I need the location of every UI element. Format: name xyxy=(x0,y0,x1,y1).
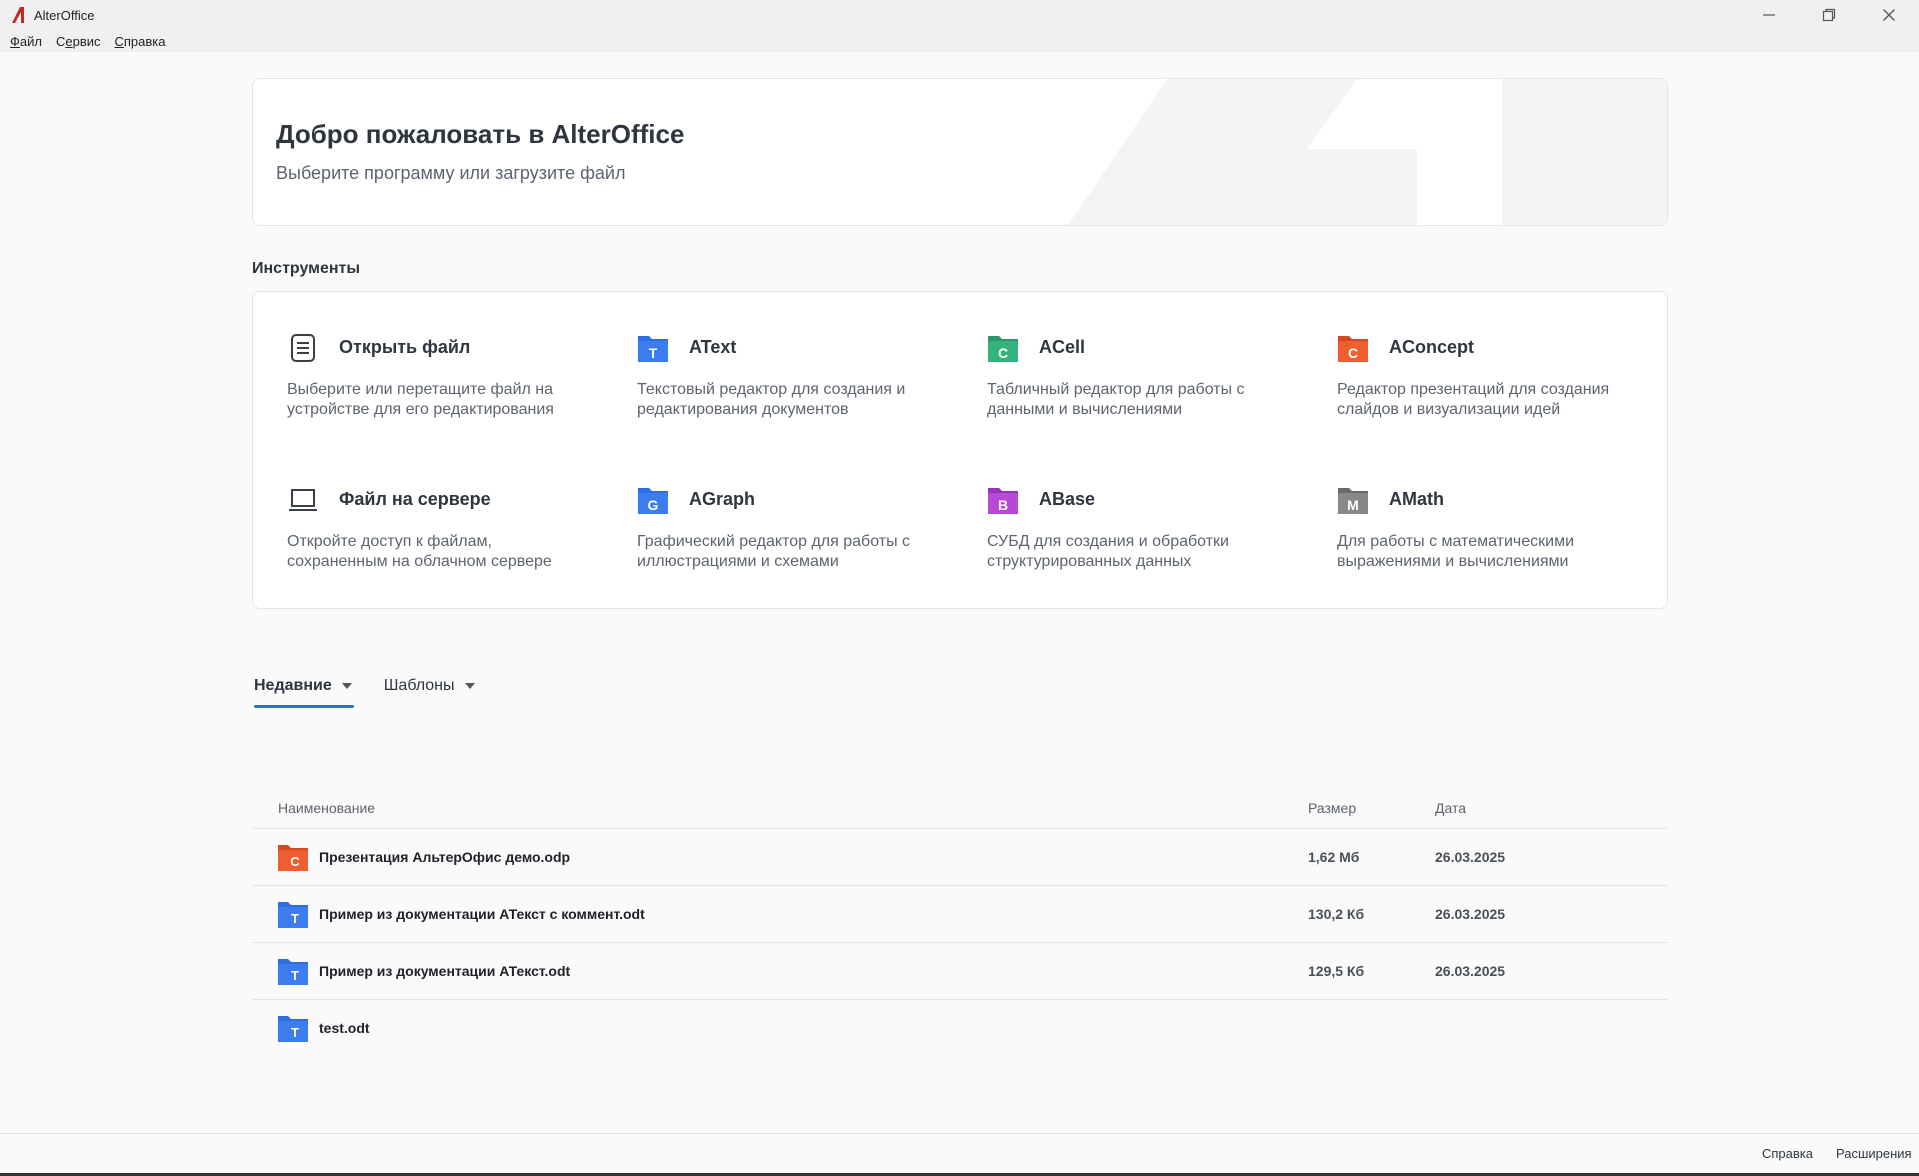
minimize-button[interactable] xyxy=(1739,0,1799,30)
tool-name: ABase xyxy=(1039,489,1096,509)
svg-text:T: T xyxy=(649,345,658,361)
tab-label: Шаблоны xyxy=(383,677,455,694)
tool-description: Табличный редактор для работы с данными … xyxy=(987,381,1245,418)
svg-text:C: C xyxy=(1348,345,1358,361)
document-icon xyxy=(291,334,315,362)
file-date: 26.03.2025 xyxy=(1435,906,1506,922)
file-size: 129,5 Кб xyxy=(1308,963,1365,979)
column-header-date[interactable]: Дата xyxy=(1435,800,1466,816)
menu-bar: Файл Сервис Справка xyxy=(0,30,1919,52)
tool-description: Графический редактор для работы с иллюст… xyxy=(637,533,911,570)
recent-files-table: Наименование Размер Дата C Презентация А… xyxy=(252,787,1668,1057)
restore-button[interactable] xyxy=(1799,0,1859,30)
status-bar: Справка Расширения xyxy=(0,1133,1919,1176)
menu-service[interactable]: Сервис xyxy=(50,34,107,49)
laptop-icon xyxy=(289,489,317,511)
tools-panel: Открыть файл Выберите или перетащите фай… xyxy=(252,291,1668,609)
tool-name: AGraph xyxy=(689,489,756,509)
caret-down-icon[interactable] xyxy=(341,683,352,689)
text-file-icon: T xyxy=(278,1016,308,1042)
abase-icon: B xyxy=(988,488,1018,514)
file-date: 26.03.2025 xyxy=(1435,963,1506,979)
tool-name: AText xyxy=(689,337,737,357)
tool-open-file[interactable]: Открыть файл Выберите или перетащите фай… xyxy=(287,332,587,442)
close-button[interactable] xyxy=(1859,0,1919,30)
svg-text:T: T xyxy=(291,968,299,983)
tool-name: Открыть файл xyxy=(339,337,471,357)
restore-icon xyxy=(1822,8,1836,22)
tool-name: Файл на сервере xyxy=(339,489,491,509)
svg-text:T: T xyxy=(291,1025,299,1040)
tool-description: Редактор презентаций для создания слайдо… xyxy=(1337,381,1610,418)
svg-text:T: T xyxy=(291,911,299,926)
tool-aconcept[interactable]: C AConcept Редактор презентаций для созд… xyxy=(1337,332,1637,442)
alteroffice-logo-icon xyxy=(12,7,24,23)
table-row[interactable]: T Пример из документации АТекст с коммен… xyxy=(252,886,1668,943)
caret-down-icon[interactable] xyxy=(464,683,475,689)
file-name: Пример из документации АТекст.odt xyxy=(319,963,571,979)
file-size: 1,62 Мб xyxy=(1308,849,1360,865)
file-name: test.odt xyxy=(319,1020,370,1036)
tool-server-file[interactable]: Файл на сервере Откройте доступ к файлам… xyxy=(287,484,587,594)
svg-text:C: C xyxy=(290,854,300,869)
tool-abase[interactable]: B ABase СУБД для создания и обработки ст… xyxy=(987,484,1287,594)
tool-name: AConcept xyxy=(1389,337,1474,357)
title-bar: AlterOffice xyxy=(0,0,1919,30)
welcome-title: Добро пожаловать в AlterOffice xyxy=(276,119,685,149)
amath-icon: M xyxy=(1338,488,1368,514)
table-row[interactable]: T test.odt xyxy=(252,1000,1668,1057)
close-icon xyxy=(1883,9,1895,21)
column-header-size[interactable]: Размер xyxy=(1308,800,1356,816)
help-link[interactable]: Справка xyxy=(1762,1146,1813,1161)
tools-section-title: Инструменты xyxy=(252,260,361,277)
column-header-name[interactable]: Наименование xyxy=(278,800,375,816)
menu-help[interactable]: Справка xyxy=(109,34,172,49)
svg-text:M: M xyxy=(1347,497,1359,513)
file-name: Пример из документации АТекст с коммент.… xyxy=(319,906,645,922)
svg-text:C: C xyxy=(998,345,1008,361)
file-tabs: Недавние Шаблоны xyxy=(252,670,505,710)
minimize-icon xyxy=(1763,14,1775,16)
tab-templates[interactable]: Шаблоны xyxy=(382,670,477,702)
aconcept-icon: C xyxy=(1338,336,1368,362)
menu-file[interactable]: Файл xyxy=(4,34,48,49)
file-date: 26.03.2025 xyxy=(1435,849,1506,865)
banner-logo-decoration xyxy=(1068,79,1667,225)
text-file-icon: T xyxy=(278,902,308,928)
tool-description: СУБД для создания и обработки структурир… xyxy=(987,533,1229,570)
svg-text:G: G xyxy=(648,497,659,513)
tool-agraph[interactable]: G AGraph Графический редактор для работы… xyxy=(637,484,937,594)
atext-icon: T xyxy=(638,336,668,362)
start-center: Добро пожаловать в AlterOffice Выберите … xyxy=(0,52,1919,1133)
welcome-subtitle: Выберите программу или загрузите файл xyxy=(276,163,626,183)
presentation-file-icon: C xyxy=(278,845,308,871)
tool-name: ACell xyxy=(1039,337,1086,357)
tool-name: AMath xyxy=(1389,489,1444,509)
tool-description: Текстовый редактор для создания и редакт… xyxy=(637,381,906,418)
tool-description: Для работы с математическими выражениями… xyxy=(1337,533,1575,570)
welcome-banner: Добро пожаловать в AlterOffice Выберите … xyxy=(252,78,1668,226)
table-row[interactable]: T Пример из документации АТекст.odt 129,… xyxy=(252,943,1668,1000)
svg-text:B: B xyxy=(998,497,1008,513)
tool-description: Откройте доступ к файлам, сохраненным на… xyxy=(287,533,552,570)
tool-description: Выберите или перетащите файл на устройст… xyxy=(287,381,554,418)
file-size: 130,2 Кб xyxy=(1308,906,1365,922)
tool-atext[interactable]: T AText Текстовый редактор для создания … xyxy=(637,332,937,442)
tool-amath[interactable]: M AMath Для работы с математическими выр… xyxy=(1337,484,1637,594)
window-controls xyxy=(1739,0,1919,30)
acell-icon: C xyxy=(988,336,1018,362)
tool-acell[interactable]: C ACell Табличный редактор для работы с … xyxy=(987,332,1287,442)
text-file-icon: T xyxy=(278,959,308,985)
tab-label: Недавние xyxy=(254,677,332,694)
window-title: AlterOffice xyxy=(34,7,95,23)
file-name: Презентация АльтерОфис демо.odp xyxy=(319,849,571,865)
tab-recent[interactable]: Недавние xyxy=(252,670,354,708)
extensions-link[interactable]: Расширения xyxy=(1836,1146,1912,1161)
table-header: Наименование Размер Дата xyxy=(252,787,1668,829)
table-row[interactable]: C Презентация АльтерОфис демо.odp 1,62 М… xyxy=(252,829,1668,886)
agraph-icon: G xyxy=(638,488,668,514)
